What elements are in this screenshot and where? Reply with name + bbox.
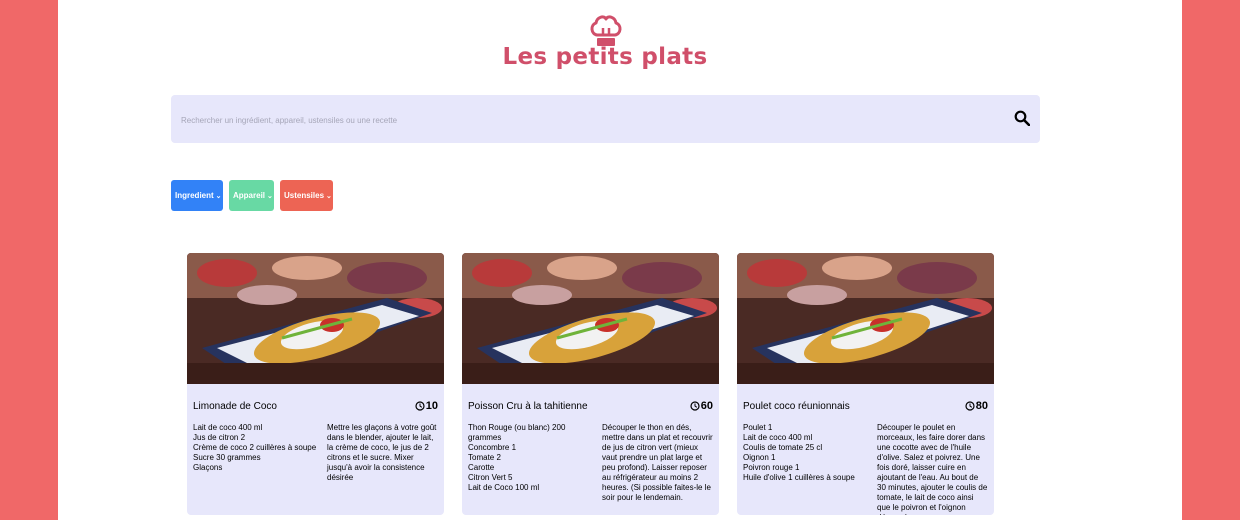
ingredient-item: Sucre 30 grammes	[193, 453, 261, 462]
chevron-down-icon: ⌄	[215, 192, 222, 200]
ingredient-item: Huile d'olive 1 cuillères à soupe	[743, 473, 855, 482]
recipe-time-value: 60	[700, 400, 713, 412]
ingredient-item: Lait de coco 400 ml	[193, 423, 263, 432]
ingredient-item: Tomate 2	[468, 453, 501, 462]
ingredient-item: Thon Rouge (ou blanc) 200 grammes	[468, 423, 566, 442]
ingredient-filter-button[interactable]: Ingredient ⌄	[171, 180, 223, 211]
chef-hat-icon	[590, 15, 622, 46]
ingredient-item: Coulis de tomate 25 cl	[743, 443, 823, 452]
ingredient-list: Poulet 1 Lait de coco 400 ml Coulis de t…	[743, 423, 873, 483]
ingredient-item: Lait de coco 400 ml	[743, 433, 813, 442]
ingredient-item: Oignon 1	[743, 453, 776, 462]
recipe-time-value: 10	[425, 400, 438, 412]
recipe-name: Limonade de Coco	[193, 401, 277, 412]
ingredient-list: Lait de coco 400 ml Jus de citron 2 Crèm…	[193, 423, 323, 473]
ingredient-item: Glaçons	[193, 463, 223, 472]
recipe-time-value: 80	[975, 400, 988, 412]
recipe-card[interactable]: Limonade de Coco 10 Lait de coco 400 ml …	[187, 253, 444, 515]
search-icon[interactable]	[1014, 110, 1030, 126]
filter-bar: Ingredient ⌄ Appareil ⌄ Ustensiles ⌄	[171, 180, 333, 211]
recipe-time: 10	[415, 400, 438, 412]
recipe-description: Découper le poulet en morceaux, les fair…	[877, 423, 988, 515]
appareil-filter-button[interactable]: Appareil ⌄	[229, 180, 274, 211]
recipe-card[interactable]: Poisson Cru à la tahitienne 60 Thon Roug…	[462, 253, 719, 515]
ustensiles-filter-button[interactable]: Ustensiles ⌄	[280, 180, 333, 211]
recipe-card[interactable]: Poulet coco réunionnais 80 Poulet 1 Lait…	[737, 253, 994, 515]
clock-icon	[415, 401, 425, 411]
chevron-down-icon: ⌄	[267, 192, 273, 200]
recipe-description: Mettre les glaçons à votre goût dans le …	[327, 423, 437, 482]
ingredient-item: Crème de coco 2 cuillères à soupe	[193, 443, 317, 452]
search-bar	[171, 95, 1040, 145]
appareil-filter-label: Appareil	[233, 191, 266, 200]
ingredient-item: Concombre 1	[468, 443, 517, 452]
page-title: Les petits plats	[502, 44, 708, 70]
ingredient-item: Jus de citron 2	[193, 433, 246, 442]
search-input[interactable]	[179, 95, 983, 145]
ingredient-item: Poulet 1	[743, 423, 773, 432]
clock-icon	[965, 401, 975, 411]
ingredient-item: Citron Vert 5	[468, 473, 513, 482]
chevron-down-icon: ⌄	[326, 192, 332, 200]
ingredient-list: Thon Rouge (ou blanc) 200 grammes Concom…	[468, 423, 598, 493]
ingredient-filter-label: Ingredient	[175, 191, 214, 200]
ingredient-item: Poivron rouge 1	[743, 463, 800, 472]
page: Les petits plats Ingredient ⌄ Appareil ⌄…	[58, 0, 1182, 520]
ustensiles-filter-label: Ustensiles	[284, 191, 325, 200]
recipe-time: 60	[690, 400, 713, 412]
recipe-name: Poisson Cru à la tahitienne	[468, 401, 588, 412]
recipe-description: Découper le thon en dés, mettre dans un …	[602, 423, 713, 502]
recipe-image	[187, 253, 444, 384]
recipe-image	[737, 253, 994, 384]
clock-icon	[690, 401, 700, 411]
recipe-time: 80	[965, 400, 988, 412]
ingredient-item: Carotte	[468, 463, 495, 472]
recipe-name: Poulet coco réunionnais	[743, 401, 850, 412]
recipe-image	[462, 253, 719, 384]
ingredient-item: Lait de Coco 100 ml	[468, 483, 540, 492]
